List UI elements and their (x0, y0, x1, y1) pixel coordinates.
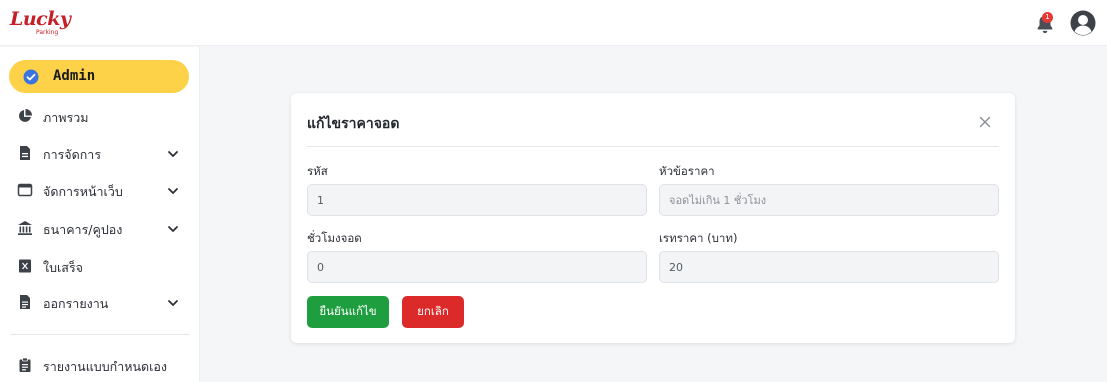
start-price-input[interactable] (659, 251, 999, 283)
sidebar-item-label: ออกรายงาน (43, 296, 109, 311)
cancel-button[interactable]: ยกเลิก (402, 296, 464, 328)
sidebar-item-label: รายงานแบบกำหนดเอง (43, 359, 168, 374)
price-title-input[interactable] (659, 184, 999, 216)
role-badge[interactable]: Admin (9, 60, 189, 93)
notification-badge: 1 (1042, 12, 1053, 23)
document-icon (20, 146, 30, 160)
parking-hours-input[interactable] (307, 251, 647, 283)
brand-logo[interactable]: Lucky Parking (10, 8, 71, 38)
bank-icon (18, 221, 32, 235)
pie-chart-icon (18, 109, 32, 122)
confirm-edit-button[interactable]: ยืนยันแก้ไข (307, 296, 389, 328)
report-file-icon (20, 295, 30, 309)
chevron-down-icon (168, 151, 178, 157)
code-input[interactable] (307, 184, 647, 216)
receipt-icon (19, 259, 31, 273)
close-icon[interactable] (977, 114, 993, 130)
sidebar-item-label: จัดการหน้าเว็บ (43, 184, 123, 199)
modal-header-divider (307, 146, 999, 147)
chevron-down-icon (168, 226, 178, 232)
start-price-label: เรทราคา (บาท) (659, 231, 738, 245)
role-label: Admin (53, 68, 96, 84)
code-label: รหัส (307, 164, 328, 178)
modal-title: แก้ไขราคาจอด (307, 116, 400, 132)
sidebar-item-label: ธนาคาร/คูปอง (43, 222, 123, 237)
chevron-down-icon (168, 188, 178, 194)
sidebar-item-management[interactable]: การจัดการ (0, 138, 199, 168)
edit-parking-price-modal: แก้ไขราคาจอด รหัส หัวข้อราคา ชั่วโมงจอด … (291, 93, 1015, 343)
sidebar-item-web-pages[interactable]: จัดการหน้าเว็บ (0, 175, 199, 205)
top-header: Lucky Parking 1 (0, 0, 1107, 46)
price-title-label: หัวข้อราคา (659, 164, 715, 178)
sidebar-item-bank-coupon[interactable]: ธนาคาร/คูปอง (0, 213, 199, 243)
sidebar-item-custom-report[interactable]: รายงานแบบกำหนดเอง (0, 350, 199, 380)
chevron-down-icon (168, 300, 178, 306)
sidebar-item-label: ใบเสร็จ (43, 260, 83, 275)
browser-window-icon (17, 183, 33, 197)
sidebar-divider (10, 334, 190, 335)
clipboard-icon (19, 357, 31, 372)
sidebar-item-reports[interactable]: ออกรายงาน (0, 287, 199, 317)
sidebar: Admin ภาพรวม การจัดการ จัดการหน้าเว็บ ธน… (0, 47, 200, 382)
sidebar-item-overview[interactable]: ภาพรวม (0, 101, 199, 131)
parking-hours-label: ชั่วโมงจอด (307, 231, 362, 245)
brand-logo-text: Lucky (10, 8, 71, 30)
sidebar-item-label: ภาพรวม (43, 110, 89, 125)
sidebar-item-receipts[interactable]: ใบเสร็จ (0, 251, 199, 281)
sidebar-item-label: การจัดการ (43, 147, 102, 162)
check-badge-icon (23, 69, 39, 85)
brand-logo-tagline: Parking (36, 29, 59, 36)
user-avatar-icon[interactable] (1070, 10, 1096, 36)
